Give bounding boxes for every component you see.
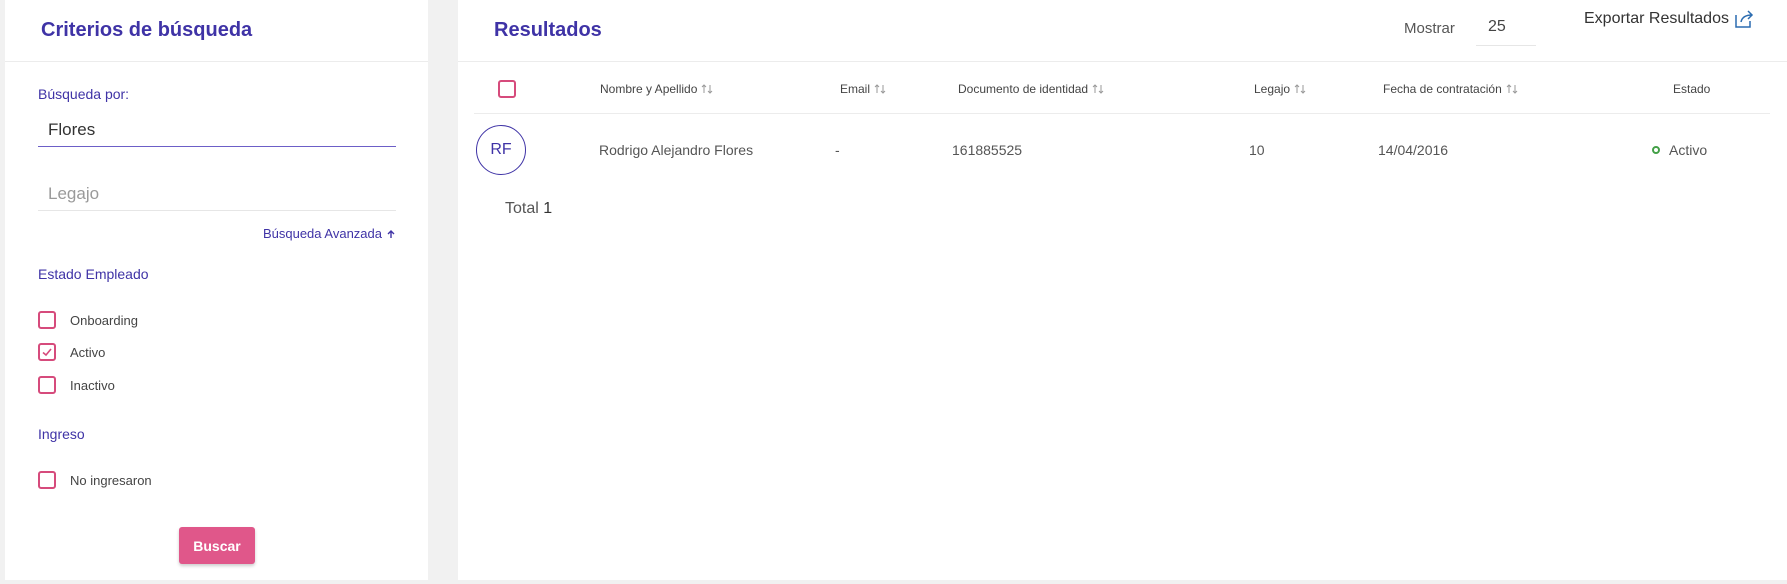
results-panel-header: Resultados Mostrar 25 Exportar Resultado… xyxy=(458,0,1787,62)
status-dot-icon xyxy=(1652,146,1660,155)
advanced-search-label: Búsqueda Avanzada xyxy=(262,226,382,241)
advanced-search-link[interactable]: Búsqueda Avanzada xyxy=(263,226,396,241)
checkbox-label: Inactivo xyxy=(70,377,115,393)
arrow-up-icon xyxy=(387,229,395,238)
ingreso-title: Ingreso xyxy=(38,426,85,442)
column-header-legajo[interactable]: Legajo xyxy=(1254,82,1306,96)
table-row[interactable]: RF Rodrigo Alejandro Flores - 161885525 … xyxy=(474,118,1770,182)
search-criteria-panel: Criterios de búsqueda Búsqueda por: Búsq… xyxy=(5,0,428,580)
page-size-label: Mostrar xyxy=(1404,20,1455,37)
sort-icon xyxy=(1294,84,1306,94)
column-header-nombre[interactable]: Nombre y Apellido xyxy=(600,82,713,96)
column-header-estado: Estado xyxy=(1673,82,1710,96)
export-results-label: Exportar Resultados xyxy=(1584,10,1729,27)
column-header-fecha[interactable]: Fecha de contratación xyxy=(1383,82,1518,96)
page-size-select[interactable]: 25 xyxy=(1476,14,1536,46)
cell-legajo: 10 xyxy=(1249,142,1265,158)
cell-estado: Activo xyxy=(1652,142,1707,158)
search-button[interactable]: Buscar xyxy=(179,527,255,564)
checkbox-label: No ingresaron xyxy=(70,472,152,488)
cell-email: - xyxy=(835,142,840,158)
export-results-link[interactable]: Exportar Resultados xyxy=(1584,9,1755,29)
cell-nombre: Rodrigo Alejandro Flores xyxy=(599,142,754,158)
checkbox-label: Activo xyxy=(70,344,106,360)
column-label: Legajo xyxy=(1254,82,1291,96)
search-input[interactable] xyxy=(38,113,396,147)
sort-icon xyxy=(1506,84,1518,94)
search-panel-title: Criterios de búsqueda xyxy=(41,19,253,41)
column-header-email[interactable]: Email xyxy=(840,82,886,96)
export-icon xyxy=(1735,10,1754,28)
column-label: Email xyxy=(840,82,871,96)
checkbox-box-checked[interactable] xyxy=(38,343,56,361)
checkbox-box[interactable] xyxy=(38,311,56,329)
column-header-documento[interactable]: Documento de identidad xyxy=(958,82,1104,96)
checkbox-onboarding[interactable]: Onboarding xyxy=(38,311,138,329)
checkbox-label: Onboarding xyxy=(70,312,138,328)
results-panel: Resultados Mostrar 25 Exportar Resultado… xyxy=(458,0,1787,580)
checkbox-no-ingresaron[interactable]: No ingresaron xyxy=(38,471,152,489)
avatar: RF xyxy=(476,125,526,175)
column-label: Fecha de contratación xyxy=(1383,82,1502,96)
total-label: Total xyxy=(505,200,539,217)
results-table-header: Nombre y Apellido Email Documento de ide… xyxy=(474,62,1770,114)
results-panel-title: Resultados xyxy=(494,19,602,41)
search-by-label: Búsqueda por: xyxy=(38,86,130,102)
total-count: 1 xyxy=(543,200,553,217)
search-panel-header: Criterios de búsqueda xyxy=(5,0,428,62)
results-total: Total 1 xyxy=(505,200,552,218)
checkbox-box[interactable] xyxy=(38,471,56,489)
checkbox-box[interactable] xyxy=(38,376,56,394)
checkbox-inactivo[interactable]: Inactivo xyxy=(38,376,115,394)
sort-icon xyxy=(1092,84,1104,94)
cell-fecha: 14/04/2016 xyxy=(1378,142,1449,158)
column-label: Nombre y Apellido xyxy=(600,82,698,96)
sort-icon xyxy=(702,84,713,94)
sort-icon xyxy=(874,84,886,94)
cell-documento: 161885525 xyxy=(952,142,1023,158)
status-badge: Activo xyxy=(1669,142,1708,158)
legajo-input[interactable] xyxy=(38,177,396,211)
select-all-checkbox[interactable] xyxy=(498,80,516,98)
estado-empleado-title: Estado Empleado xyxy=(38,266,149,282)
column-label: Documento de identidad xyxy=(958,82,1089,96)
check-icon xyxy=(42,348,52,357)
checkbox-activo[interactable]: Activo xyxy=(38,343,105,361)
column-label: Estado xyxy=(1673,82,1711,96)
